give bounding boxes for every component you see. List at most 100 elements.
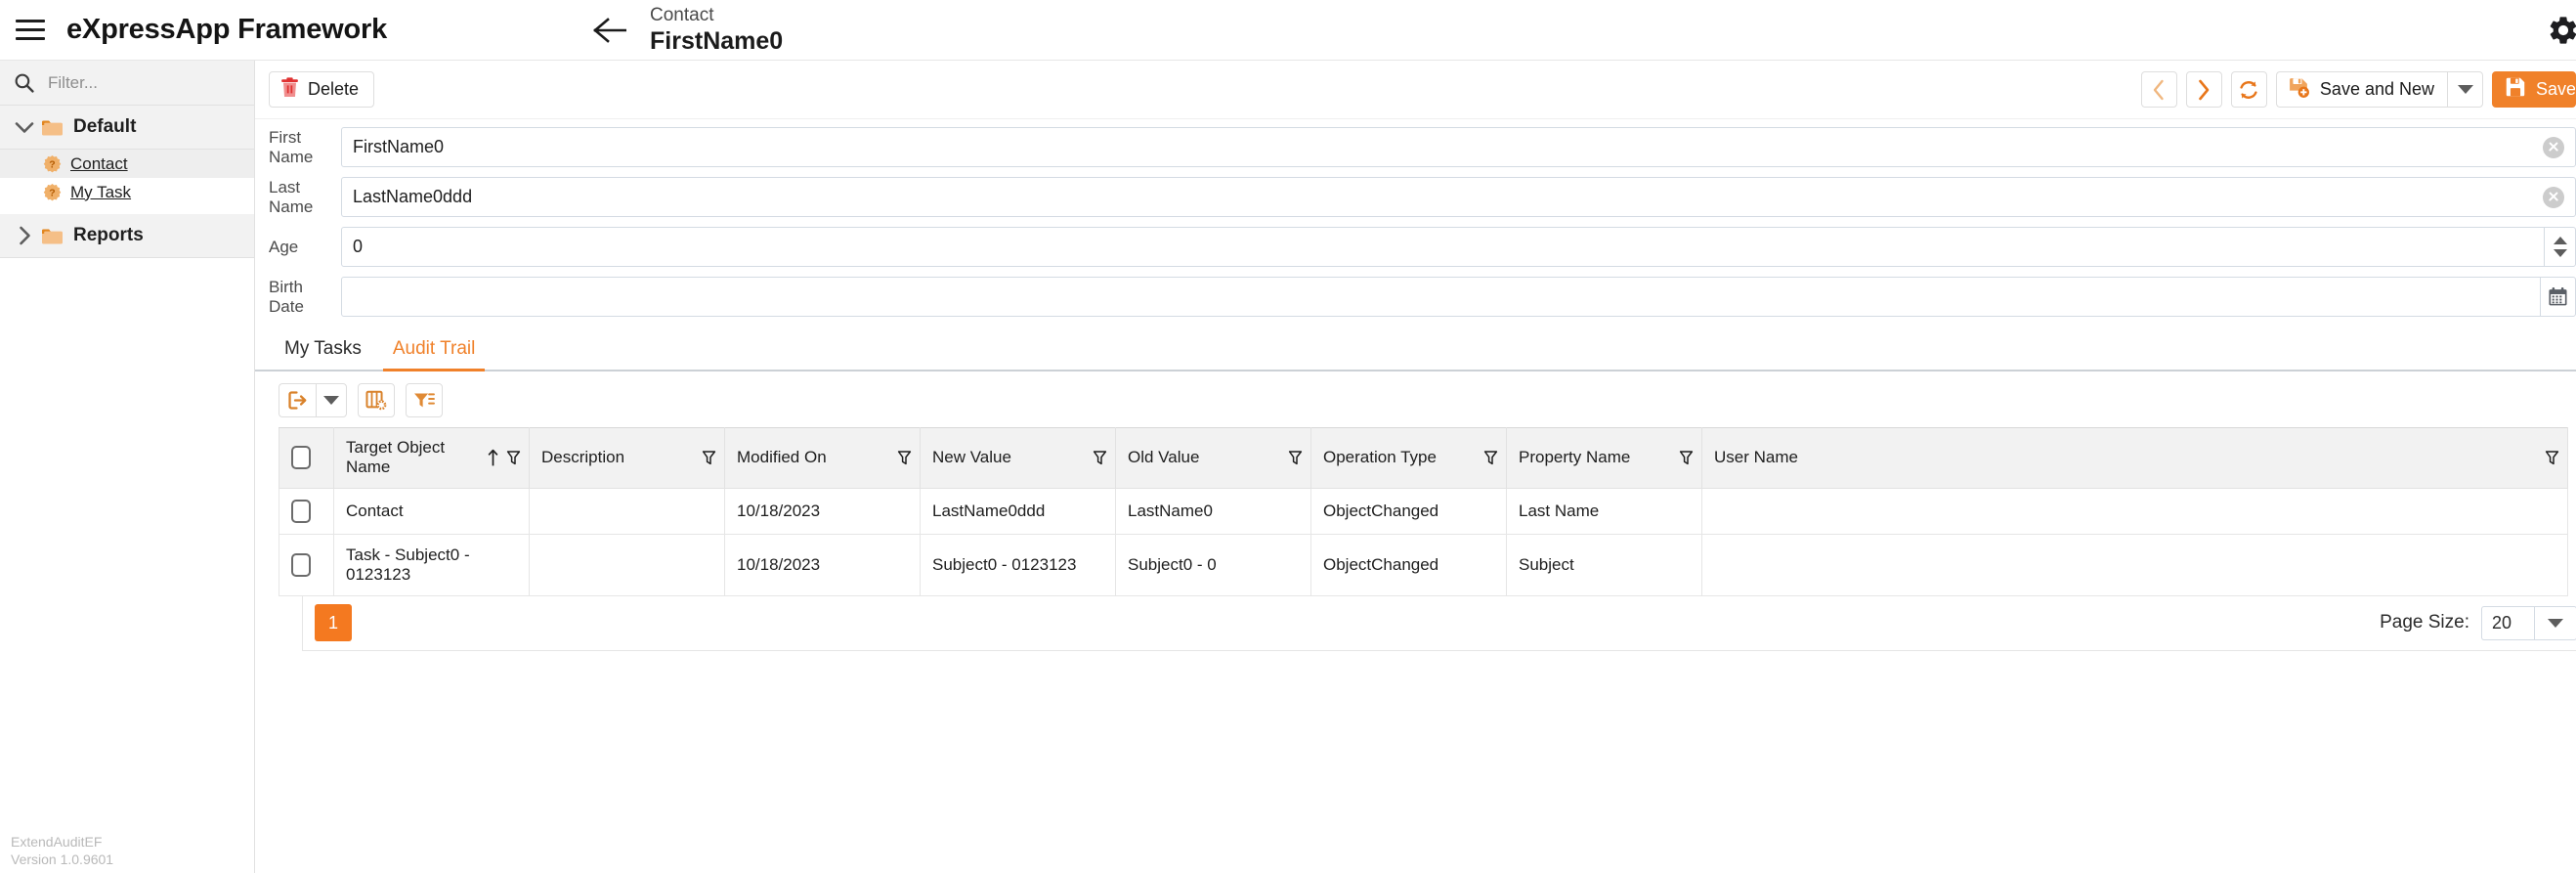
save-and-new-dropdown[interactable] [2447,71,2483,108]
sidebar-item-contact[interactable]: ? Contact [0,150,254,178]
column-header-target-object-name[interactable]: Target Object Name [333,427,530,489]
cell-operation-type: ObjectChanged [1310,487,1507,535]
filter-funnel-icon[interactable] [506,450,521,466]
save-and-new-button[interactable]: Save and New [2275,71,2447,108]
filter-funnel-icon[interactable] [1679,450,1694,466]
table-row[interactable]: Contact 10/18/2023 LastName0ddd LastName… [279,487,2568,535]
clear-circle-icon[interactable] [2543,136,2564,158]
page-size-select[interactable]: 20 [2481,605,2576,640]
filter-funnel-icon[interactable] [1288,450,1303,466]
column-label: Target Object Name [346,438,446,477]
row-select-cell [279,533,334,596]
filter-input[interactable] [46,71,222,94]
gear-icon [2550,17,2576,44]
last-name-field[interactable]: LastName0ddd [341,177,2576,217]
column-header-property-name[interactable]: Property Name [1506,427,1702,489]
back-button[interactable] [587,8,632,53]
age-field[interactable]: 0 [341,227,2576,267]
export-icon [288,391,307,410]
page-size-dropdown[interactable] [2534,605,2576,640]
column-chooser-button[interactable] [358,383,395,417]
column-header-modified-on[interactable]: Modified On [724,427,921,489]
filter-funnel-icon[interactable] [897,450,912,466]
tab-my-tasks[interactable]: My Tasks [269,338,377,370]
filter-funnel-icon[interactable] [2545,450,2559,466]
tab-audit-trail[interactable]: Audit Trail [377,338,491,371]
column-header-description[interactable]: Description [529,427,725,489]
filter-editor-button[interactable] [406,383,443,417]
quantity-stepper[interactable] [2544,228,2575,266]
column-label: Modified On [737,448,827,467]
cell-description [529,533,725,596]
search-icon [14,72,34,93]
column-header-operation-type[interactable]: Operation Type [1310,427,1507,489]
birth-date-label: Birth Date [269,277,304,316]
triangle-down-icon[interactable] [2553,249,2567,257]
cell-property-name: Subject [1506,533,1702,596]
form-row-first-name: First Name FirstName0 [255,127,2576,167]
cell-old-value: Subject0 - 0 [1115,533,1311,596]
checkbox-icon[interactable] [291,446,311,470]
birth-date-field[interactable] [341,277,2576,317]
first-name-field[interactable]: FirstName0 [341,127,2576,167]
column-header-new-value[interactable]: New Value [920,427,1116,489]
sidebar-group-default[interactable]: Default [0,106,254,150]
checkbox-icon[interactable] [291,499,311,523]
delete-button[interactable]: Delete [269,71,375,108]
refresh-button[interactable] [2230,71,2267,108]
question-badge-icon: ? [43,183,62,201]
app-title: eXpressApp Framework [66,14,388,45]
chevron-down-icon [2548,618,2563,628]
clear-circle-icon[interactable] [2543,186,2564,208]
triangle-up-icon[interactable] [2553,237,2567,244]
chevron-down-icon [323,396,339,405]
trash-icon [280,76,299,103]
save-and-new-split-button: Save and New [2275,71,2483,108]
header-object-name: FirstName0 [650,26,784,55]
form-row-birth-date: Birth Date [255,277,2576,317]
table-row[interactable]: Task - Subject0 - 0123123 10/18/2023 Sub… [279,533,2568,596]
top-bar: eXpressApp Framework Contact FirstName0 [0,0,2576,61]
sidebar-item-my-task[interactable]: ? My Task [0,178,254,206]
filter-funnel-icon[interactable] [1483,450,1498,466]
sidebar-group-label: Default [73,116,137,137]
cell-new-value: Subject0 - 0123123 [920,533,1116,596]
column-label: Description [541,448,625,467]
cell-operation-type: ObjectChanged [1310,533,1507,596]
sidebar: Default ? Contact ? My Task [0,61,255,873]
cell-user-name [1701,533,2568,596]
last-name-value: LastName0ddd [353,187,473,206]
export-dropdown[interactable] [316,383,347,417]
last-name-label: Last Name [269,177,314,216]
refresh-icon [2240,80,2258,99]
export-button[interactable] [279,383,316,417]
filter-funnel-icon[interactable] [1093,450,1107,466]
page-button-1[interactable]: 1 [315,604,352,642]
svg-text:?: ? [49,160,55,171]
hamburger-icon[interactable] [0,0,61,61]
chevron-down-icon [10,121,39,134]
sort-ascending-icon[interactable] [488,449,498,467]
save-new-icon [2288,76,2310,104]
sidebar-group-label: Reports [73,225,144,245]
settings-button[interactable] [2541,8,2576,53]
sidebar-footer: ExtendAuditEF Version 1.0.9601 [0,833,255,873]
column-label: New Value [932,448,1011,467]
sidebar-item-label: Contact [70,153,128,173]
folder-icon [41,227,64,245]
save-button[interactable]: Save [2492,71,2576,108]
filter-funnel-icon[interactable] [702,450,716,466]
save-and-new-label: Save and New [2319,79,2434,99]
column-label: Old Value [1128,448,1200,467]
main-content: Delete Save and New Save First Name Firs… [255,61,2576,873]
column-header-user-name[interactable]: User Name [1701,427,2568,489]
checkbox-icon[interactable] [291,552,311,577]
sidebar-group-reports[interactable]: Reports [0,214,254,258]
export-split-button [279,383,347,417]
previous-object-button[interactable] [2140,71,2177,108]
next-object-button[interactable] [2185,71,2222,108]
row-select-cell [279,487,334,535]
calendar-button[interactable] [2540,278,2575,316]
column-header-old-value[interactable]: Old Value [1115,427,1311,489]
chevron-right-icon [2199,79,2210,100]
